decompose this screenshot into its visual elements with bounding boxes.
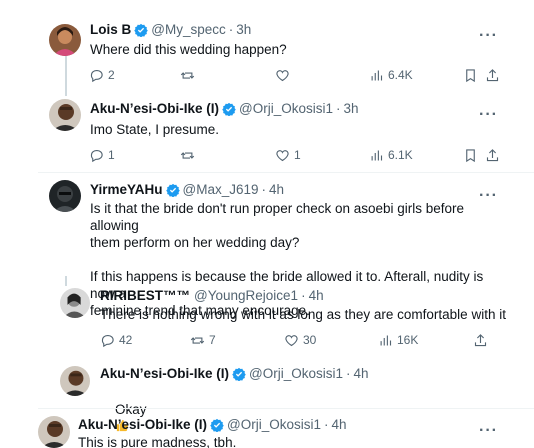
like-button[interactable] xyxy=(275,68,290,83)
analytics-icon xyxy=(371,70,383,80)
author-name[interactable]: RIRIBEST™™ xyxy=(100,288,190,303)
verified-badge-icon xyxy=(134,23,149,37)
reply-count: 42 xyxy=(119,333,133,347)
avatar[interactable] xyxy=(60,366,90,396)
analytics-icon xyxy=(380,335,392,345)
tweet-text: Where did this wedding happen? xyxy=(90,42,287,57)
tweet-text: There is nothing wrong with it as long a… xyxy=(100,307,506,322)
divider xyxy=(38,408,534,409)
views-button[interactable]: 16K xyxy=(378,333,418,348)
like-count: 1 xyxy=(294,148,301,162)
share-icon xyxy=(474,333,487,346)
retweet-icon xyxy=(180,151,195,159)
separator-dot: · xyxy=(324,417,329,432)
verified-badge-icon xyxy=(210,418,224,432)
timestamp[interactable]: 4h xyxy=(269,182,284,197)
heart-icon xyxy=(276,149,289,161)
analytics-icon xyxy=(371,150,383,160)
share-icon xyxy=(486,68,499,81)
separator-dot: · xyxy=(261,182,267,197)
timestamp[interactable]: 4h xyxy=(354,366,369,381)
bookmark-icon xyxy=(466,148,475,162)
avatar[interactable] xyxy=(49,24,81,56)
share-button[interactable] xyxy=(473,333,488,348)
verified-badge-icon xyxy=(232,367,246,381)
author-handle[interactable]: @Max_J619 xyxy=(183,182,259,197)
views-button[interactable]: 6.1K xyxy=(369,148,413,163)
views-count: 16K xyxy=(397,333,419,347)
author-handle[interactable]: @Orji_Okosisi1 xyxy=(227,417,321,432)
retweet-icon xyxy=(180,71,195,79)
author-name[interactable]: Aku-N’esi-Obi-Ike (I) xyxy=(78,417,207,432)
share-icon xyxy=(486,148,499,161)
views-count: 6.1K xyxy=(388,148,413,162)
bookmark-icon xyxy=(466,68,475,82)
separator-dot: · xyxy=(228,22,234,37)
author-handle[interactable]: @Orji_Okosisi1 xyxy=(239,101,333,116)
like-button[interactable]: 30 xyxy=(284,333,316,348)
like-button[interactable]: 1 xyxy=(275,148,301,163)
separator-dot: · xyxy=(346,366,351,381)
heart-icon xyxy=(285,334,298,346)
tweet-yirmeyahu[interactable]: YirmeYAHu @Max_J619 · 4h ··· Is it that … xyxy=(0,174,534,318)
timestamp[interactable]: 3h xyxy=(236,22,251,37)
verified-badge-icon xyxy=(165,183,180,197)
share-button[interactable] xyxy=(485,68,500,83)
more-options-icon[interactable]: ··· xyxy=(479,28,498,44)
retweet-icon xyxy=(190,336,205,344)
avatar[interactable] xyxy=(49,180,81,212)
separator-dot: · xyxy=(301,288,306,303)
bookmark-button[interactable] xyxy=(463,68,478,83)
heart-icon xyxy=(276,69,289,81)
tweet-riribest[interactable]: RIRIBEST™™ @YoungRejoice1 · 4h There is … xyxy=(0,276,534,356)
author-name[interactable]: YirmeYAHu xyxy=(90,182,163,197)
tweet-text: Imo State, I presume. xyxy=(90,122,220,137)
tweet-lois[interactable]: Lois B @My_specc · 3h ··· Where did this… xyxy=(0,0,534,96)
author-name[interactable]: Lois B xyxy=(90,22,131,37)
timestamp[interactable]: 3h xyxy=(344,101,359,116)
reply-count: 1 xyxy=(108,148,115,162)
retweet-button[interactable]: 7 xyxy=(190,333,216,348)
views-button[interactable]: 6.4K xyxy=(369,68,413,83)
thread-line xyxy=(65,276,67,286)
tweet-text: This is pure madness, tbh. xyxy=(78,435,237,448)
share-button[interactable] xyxy=(485,148,500,163)
author-handle[interactable]: @My_specc xyxy=(151,22,225,37)
avatar[interactable] xyxy=(38,416,70,448)
author-name[interactable]: Aku-N’esi-Obi-Ike (I) xyxy=(100,366,229,381)
separator-dot: · xyxy=(336,101,341,116)
tweet-aku-reply-3[interactable]: Aku-N’esi-Obi-Ike (I) @Orji_Okosisi1 · 4… xyxy=(0,408,534,448)
views-count: 6.4K xyxy=(388,68,413,82)
timestamp[interactable]: 4h xyxy=(309,288,324,303)
author-name[interactable]: Aku-N’esi-Obi-Ike (I) xyxy=(90,101,219,116)
more-options-icon[interactable]: ··· xyxy=(479,423,498,439)
avatar[interactable] xyxy=(49,99,81,131)
avatar[interactable] xyxy=(60,288,90,318)
timestamp[interactable]: 4h xyxy=(332,417,347,432)
retweet-button[interactable] xyxy=(180,148,195,163)
author-handle[interactable]: @Orji_Okosisi1 xyxy=(249,366,343,381)
reply-button[interactable]: 2 xyxy=(89,68,115,83)
divider xyxy=(38,172,534,173)
reply-icon xyxy=(90,149,103,162)
more-options-icon[interactable]: ··· xyxy=(479,107,498,123)
bookmark-button[interactable] xyxy=(463,148,478,163)
like-count: 30 xyxy=(303,333,317,347)
retweet-count: 7 xyxy=(209,333,216,347)
reply-icon xyxy=(90,69,103,82)
verified-badge-icon xyxy=(222,102,236,116)
reply-button[interactable]: 42 xyxy=(100,333,132,348)
retweet-button[interactable] xyxy=(180,68,195,83)
author-handle[interactable]: @YoungRejoice1 xyxy=(194,288,298,303)
reply-icon xyxy=(101,334,114,347)
tweet-aku-reply-1[interactable]: Aku-N’esi-Obi-Ike (I) @Orji_Okosisi1 · 3… xyxy=(0,95,534,170)
tweet-aku-reply-2[interactable]: Aku-N’esi-Obi-Ike (I) @Orji_Okosisi1 · 4… xyxy=(0,362,534,432)
reply-count: 2 xyxy=(108,68,115,82)
reply-button[interactable]: 1 xyxy=(89,148,115,163)
